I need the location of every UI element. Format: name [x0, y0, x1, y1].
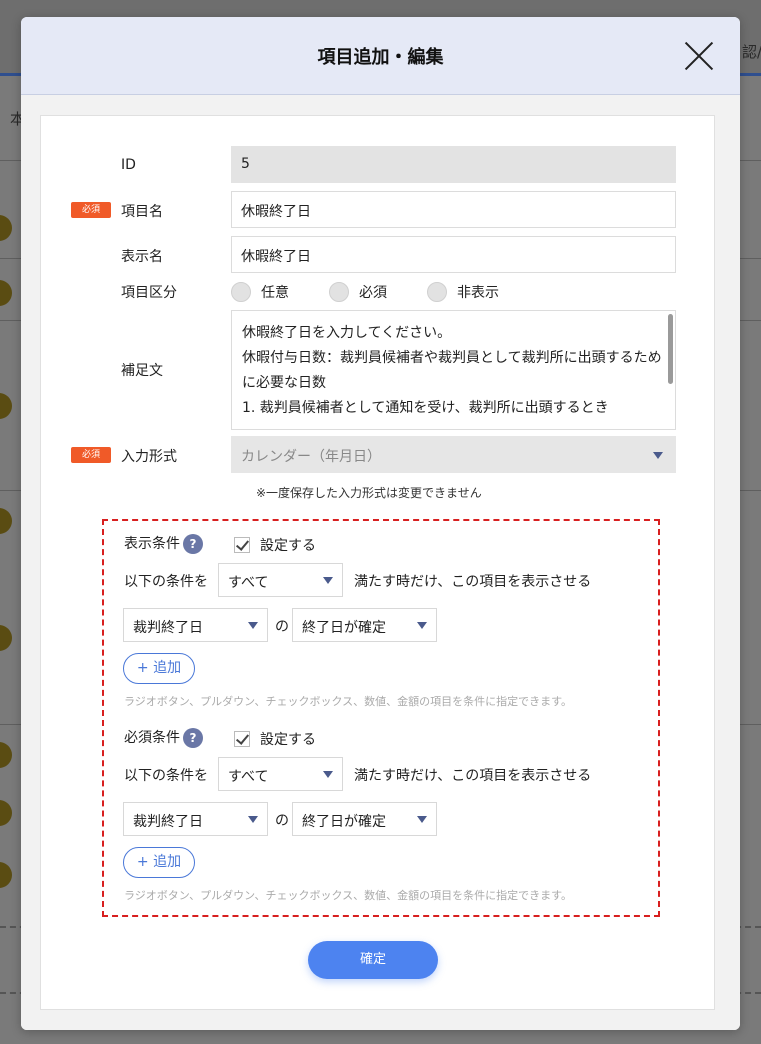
background-avatar [0, 742, 12, 768]
conditions-section: 表示条件 ? 設定する 以下の条件を すべて 満たす時だけ、この項目を表示させる… [102, 519, 660, 917]
radio-circle[interactable] [427, 282, 447, 302]
state-select[interactable]: 終了日が確定 [292, 608, 437, 642]
match-select-value: すべて [228, 769, 269, 785]
condition-connector: の [275, 813, 289, 829]
required-badge: 必須 [71, 447, 111, 463]
radio-label: 任意 [261, 285, 289, 301]
field-select[interactable]: 裁判終了日 [123, 802, 268, 836]
chevron-down-icon [653, 452, 663, 459]
close-icon[interactable] [684, 41, 714, 71]
background-avatar [0, 800, 12, 826]
input-type-value: カレンダー（年月日） [241, 449, 381, 465]
modal-header: 項目追加・編集 [21, 17, 740, 95]
textarea-scrollbar[interactable] [668, 314, 673, 384]
radio-required[interactable]: 必須 [329, 282, 387, 302]
field-select[interactable]: 裁判終了日 [123, 608, 268, 642]
display-condition-checkbox[interactable]: 設定する [234, 535, 316, 555]
radio-label: 非表示 [457, 285, 499, 301]
chevron-down-icon [323, 771, 333, 778]
input-type-note: ※一度保存した入力形式は変更できません [256, 486, 482, 500]
display-condition-label: 表示条件 [124, 536, 180, 552]
match-select[interactable]: すべて [218, 563, 343, 597]
form-panel: ID 5 必須 項目名 休暇終了日 表示名 休暇終了日 項目区分 任意 必須 非… [40, 115, 715, 1010]
required-badge: 必須 [71, 202, 111, 218]
state-select-value: 終了日が確定 [302, 814, 386, 830]
condition-prefix: 以下の条件を [124, 768, 208, 784]
display-name-label: 表示名 [121, 249, 163, 265]
add-condition-button[interactable]: + 追加 [123, 653, 195, 684]
condition-prefix: 以下の条件を [124, 574, 208, 590]
supplement-line: 1. 裁判員候補者として通知を受け、裁判所に出頭するとき [242, 400, 609, 416]
state-select-value: 終了日が確定 [302, 620, 386, 636]
radio-hidden[interactable]: 非表示 [427, 282, 499, 302]
item-name-label: 項目名 [121, 204, 163, 220]
background-avatar [0, 393, 12, 419]
radio-circle[interactable] [329, 282, 349, 302]
chevron-down-icon [323, 577, 333, 584]
id-label: ID [121, 157, 136, 173]
required-condition-label: 必須条件 [124, 730, 180, 746]
supplement-line: 休暇付与日数：裁判員候補者や裁判員として裁判所に出頭するため [242, 350, 662, 366]
condition-hint: ラジオボタン、プルダウン、チェックボックス、数値、金額の項目を条件に指定できます… [124, 889, 573, 902]
confirm-button[interactable]: 確定 [308, 941, 438, 979]
chevron-down-icon [417, 816, 427, 823]
id-field: 5 [231, 146, 676, 183]
radio-optional[interactable]: 任意 [231, 282, 289, 302]
required-condition-checkbox[interactable]: 設定する [234, 729, 316, 749]
supplement-label: 補足文 [121, 363, 163, 379]
item-edit-modal: 項目追加・編集 ID 5 必須 項目名 休暇終了日 表示名 休暇終了日 項目区分… [21, 17, 740, 1030]
checkbox-checked[interactable] [234, 537, 250, 553]
chevron-down-icon [248, 816, 258, 823]
checkbox-label: 設定する [260, 538, 316, 554]
condition-hint: ラジオボタン、プルダウン、チェックボックス、数値、金額の項目を条件に指定できます… [124, 695, 573, 708]
item-category-label: 項目区分 [121, 285, 177, 301]
background-avatar [0, 215, 12, 241]
modal-body: ID 5 必須 項目名 休暇終了日 表示名 休暇終了日 項目区分 任意 必須 非… [21, 95, 740, 1030]
match-select[interactable]: すべて [218, 757, 343, 791]
help-icon[interactable]: ? [183, 534, 203, 554]
condition-suffix: 満たす時だけ、この項目を表示させる [354, 574, 592, 590]
help-icon[interactable]: ? [183, 728, 203, 748]
display-name-input[interactable]: 休暇終了日 [231, 236, 676, 273]
match-select-value: すべて [228, 575, 269, 591]
background-avatar [0, 625, 12, 651]
condition-suffix: 満たす時だけ、この項目を表示させる [354, 768, 592, 784]
field-select-value: 裁判終了日 [133, 814, 203, 830]
radio-label: 必須 [359, 285, 387, 301]
input-type-select: カレンダー（年月日） [231, 436, 676, 473]
field-select-value: 裁判終了日 [133, 620, 203, 636]
checkbox-label: 設定する [260, 732, 316, 748]
modal-title: 項目追加・編集 [317, 47, 444, 68]
background-avatar [0, 508, 12, 534]
condition-connector: の [275, 619, 289, 635]
background-header-text: 認/ [742, 43, 761, 61]
input-type-label: 入力形式 [121, 449, 177, 465]
chevron-down-icon [248, 622, 258, 629]
supplement-line: に必要な日数 [242, 375, 326, 391]
state-select[interactable]: 終了日が確定 [292, 802, 437, 836]
supplement-line: 休暇終了日を入力してください。 [242, 325, 452, 341]
supplement-textarea[interactable]: 休暇終了日を入力してください。 休暇付与日数：裁判員候補者や裁判員として裁判所に… [231, 310, 676, 430]
checkbox-checked[interactable] [234, 731, 250, 747]
background-avatar [0, 862, 12, 888]
background-avatar [0, 280, 12, 306]
add-condition-button[interactable]: + 追加 [123, 847, 195, 878]
item-name-input[interactable]: 休暇終了日 [231, 191, 676, 228]
chevron-down-icon [417, 622, 427, 629]
radio-circle[interactable] [231, 282, 251, 302]
